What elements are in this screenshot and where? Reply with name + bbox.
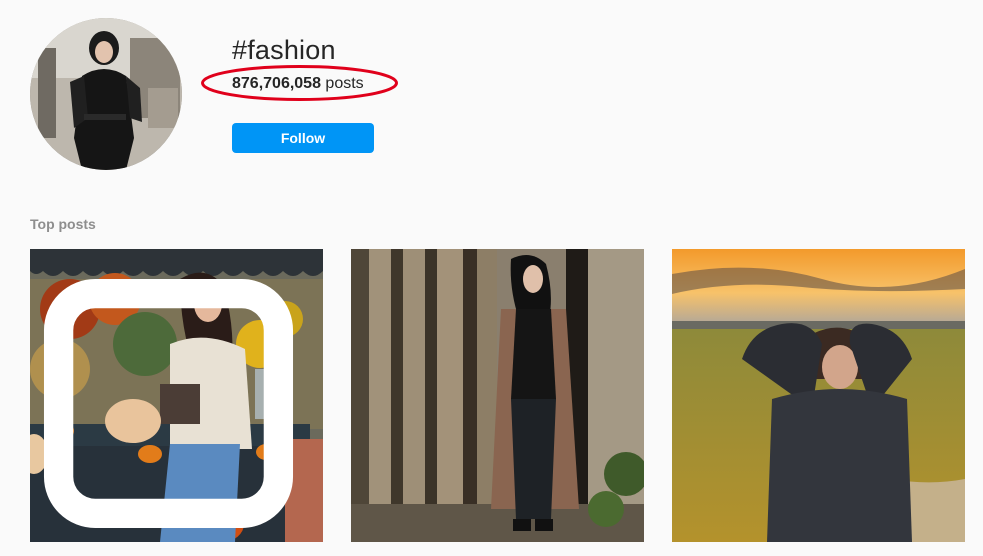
carousel-icon (43, 278, 294, 529)
post-count-number: 876,706,058 (232, 75, 321, 92)
top-post-3[interactable] (672, 249, 965, 542)
hashtag-page: #fashion 876,706,058 posts Follow Top po… (0, 0, 983, 556)
follow-button[interactable]: Follow (232, 123, 374, 153)
hashtag-title: #fashion (232, 35, 336, 65)
post-2-photo (351, 249, 644, 542)
hashtag-avatar (30, 18, 182, 170)
top-post-1[interactable] (30, 249, 323, 542)
top-posts-label: Top posts (30, 216, 96, 232)
avatar-photo (30, 18, 182, 170)
post-3-photo (672, 249, 965, 542)
post-count: 876,706,058 posts (232, 73, 364, 95)
post-count-suffix: posts (320, 75, 364, 92)
top-post-2[interactable] (351, 249, 644, 542)
